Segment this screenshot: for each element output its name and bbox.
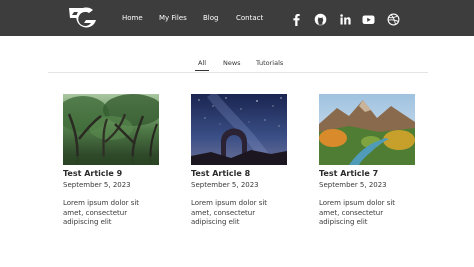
dribbble-icon[interactable] — [387, 11, 400, 26]
nav-contact[interactable]: Contact — [236, 12, 263, 24]
article-title[interactable]: Test Article 8 — [191, 168, 250, 180]
article-excerpt: Lorem ipsum dolor sit amet, consectetur … — [63, 199, 140, 226]
article-card[interactable]: Test Article 8 September 5, 2023 Lorem i… — [191, 94, 289, 234]
filter-divider — [48, 72, 428, 73]
nav-home[interactable]: Home — [122, 12, 143, 24]
article-title[interactable]: Test Article 9 — [63, 168, 122, 180]
article-card[interactable]: Test Article 9 September 5, 2023 Lorem i… — [63, 94, 161, 234]
linkedin-icon[interactable] — [339, 11, 352, 25]
site-header: Home My Files Blog Contact — [0, 0, 474, 36]
filter-tab-news[interactable]: News — [223, 58, 241, 68]
forest-photo[interactable] — [63, 94, 159, 165]
night-sky-arch-photo[interactable] — [191, 94, 287, 165]
youtube-icon[interactable] — [362, 11, 375, 24]
article-date: September 5, 2023 — [191, 181, 259, 189]
logo-icon — [69, 7, 96, 28]
article-card[interactable]: Test Article 7 September 5, 2023 Lorem i… — [319, 94, 417, 234]
nav-my-files[interactable]: My Files — [159, 12, 187, 24]
article-title[interactable]: Test Article 7 — [319, 168, 378, 180]
filter-tab-all[interactable]: All — [198, 58, 206, 68]
article-excerpt: Lorem ipsum dolor sit amet, consectetur … — [191, 199, 268, 226]
article-date: September 5, 2023 — [319, 181, 387, 189]
filter-tab-tutorials[interactable]: Tutorials — [256, 58, 283, 68]
logo[interactable] — [67, 6, 99, 30]
article-excerpt: Lorem ipsum dolor sit amet, consectetur … — [319, 199, 396, 226]
active-tab-indicator — [195, 70, 209, 71]
github-icon[interactable] — [314, 11, 327, 26]
mountain-valley-photo[interactable] — [319, 94, 415, 165]
nav-blog[interactable]: Blog — [203, 12, 218, 24]
article-date: September 5, 2023 — [63, 181, 131, 189]
facebook-icon[interactable] — [290, 11, 303, 26]
